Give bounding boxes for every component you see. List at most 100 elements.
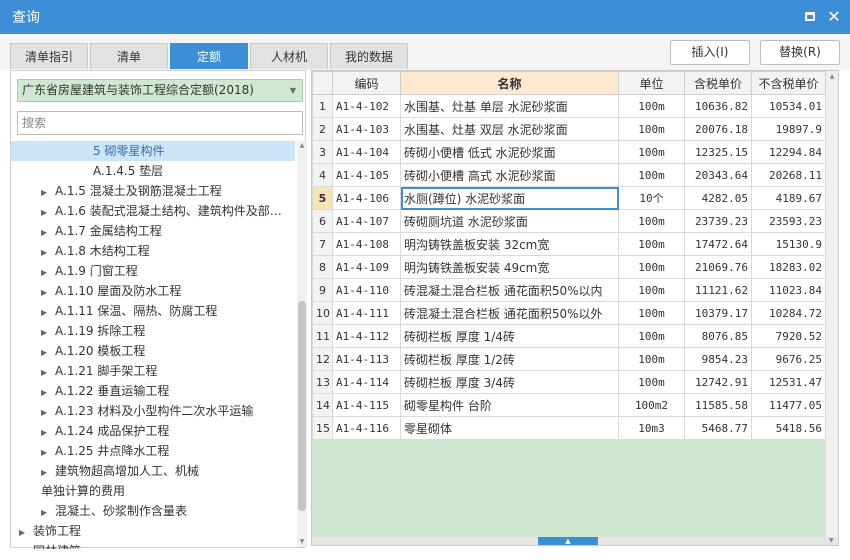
- cell-notax-price[interactable]: 10534.01: [751, 94, 826, 118]
- expand-arrow-icon[interactable]: ▶: [41, 183, 55, 203]
- expand-arrow-icon[interactable]: ▶: [41, 443, 55, 463]
- table-hscrollbar[interactable]: ▲: [312, 537, 838, 545]
- expand-arrow-icon[interactable]: ▶: [41, 203, 55, 223]
- cell-tax-price[interactable]: 5468.77: [684, 416, 752, 440]
- tree-item[interactable]: ▶园林建筑: [11, 541, 295, 549]
- search-input[interactable]: [17, 111, 303, 135]
- expand-arrow-icon[interactable]: ▶: [19, 543, 33, 549]
- tree-item[interactable]: ▶ A.1.21 脚手架工程: [11, 361, 295, 381]
- col-name[interactable]: 名称: [400, 71, 619, 95]
- tree-item[interactable]: ▶ A.1.23 材料及小型构件二次水平运输: [11, 401, 295, 421]
- row-index[interactable]: 5: [312, 186, 333, 210]
- cell-unit[interactable]: 100m: [618, 255, 685, 279]
- close-icon[interactable]: ✕: [826, 9, 842, 25]
- cell-unit[interactable]: 100m: [618, 94, 685, 118]
- row-index[interactable]: 1: [312, 94, 333, 118]
- scroll-down-icon[interactable]: ▼: [297, 537, 307, 547]
- cell-unit[interactable]: 100m: [618, 117, 685, 141]
- cell-tax-price[interactable]: 12742.91: [684, 370, 752, 394]
- cell-unit[interactable]: 100m: [618, 209, 685, 233]
- cell-name[interactable]: 砖砌栏板 厚度 3/4砖: [400, 370, 619, 394]
- cell-tax-price[interactable]: 10636.82: [684, 94, 752, 118]
- cell-unit[interactable]: 100m: [618, 370, 685, 394]
- cell-notax-price[interactable]: 11477.05: [751, 393, 826, 417]
- cell-tax-price[interactable]: 20076.18: [684, 117, 752, 141]
- cell-notax-price[interactable]: 7920.52: [751, 324, 826, 348]
- row-index[interactable]: 15: [312, 416, 333, 440]
- tree-item[interactable]: ▶ 混凝土、砂浆制作含量表: [11, 501, 295, 521]
- expand-arrow-icon[interactable]: ▶: [41, 223, 55, 243]
- row-index[interactable]: 8: [312, 255, 333, 279]
- cell-notax-price[interactable]: 10284.72: [751, 301, 826, 325]
- cell-unit[interactable]: 100m: [618, 278, 685, 302]
- table-row[interactable]: 10 A1-4-111 砖混凝土混合栏板 通花面积50%以外 100m 10379.17…: [312, 301, 826, 325]
- cell-tax-price[interactable]: 8076.85: [684, 324, 752, 348]
- scroll-down-icon[interactable]: ▼: [829, 537, 834, 544]
- expand-arrow-icon[interactable]: ▶: [41, 463, 55, 483]
- expand-arrow-icon[interactable]: ▶: [41, 283, 55, 303]
- row-index[interactable]: 6: [312, 209, 333, 233]
- cell-name[interactable]: 明沟铸铁盖板安装 32cm宽: [400, 232, 619, 256]
- row-index[interactable]: 14: [312, 393, 333, 417]
- tree-item[interactable]: ▶ A.1.6 装配式混凝土结构、建筑构件及部…: [11, 201, 295, 221]
- tree-item[interactable]: 5 砌零星构件: [11, 141, 295, 161]
- expand-arrow-icon[interactable]: ▶: [41, 323, 55, 343]
- table-vscrollbar[interactable]: ▲: [826, 71, 838, 537]
- cell-code[interactable]: A1-4-110: [332, 278, 401, 302]
- cell-code[interactable]: A1-4-112: [332, 324, 401, 348]
- expand-arrow-icon[interactable]: ▶: [41, 303, 55, 323]
- cell-unit[interactable]: 100m: [618, 324, 685, 348]
- expand-arrow-icon[interactable]: ▶: [41, 423, 55, 443]
- cell-name[interactable]: 砖砌栏板 厚度 1/4砖: [400, 324, 619, 348]
- cell-name[interactable]: 砖砌栏板 厚度 1/2砖: [400, 347, 619, 371]
- tree-item[interactable]: ▶ A.1.11 保温、隔热、防腐工程: [11, 301, 295, 321]
- cell-name[interactable]: 砖砌小便槽 低式 水泥砂浆面: [400, 140, 619, 164]
- cell-name[interactable]: 零星砌体: [400, 416, 619, 440]
- cell-code[interactable]: A1-4-116: [332, 416, 401, 440]
- cell-notax-price[interactable]: 9676.25: [751, 347, 826, 371]
- expand-arrow-icon[interactable]: ▶: [41, 243, 55, 263]
- cell-name[interactable]: 砖砌小便槽 高式 水泥砂浆面: [400, 163, 619, 187]
- tab-labor-material-machine[interactable]: 人材机: [250, 43, 328, 69]
- replace-button[interactable]: 替换(R): [760, 40, 840, 65]
- cell-name[interactable]: 砖混凝土混合栏板 通花面积50%以外: [400, 301, 619, 325]
- table-row[interactable]: 4 A1-4-105 砖砌小便槽 高式 水泥砂浆面 100m 20343.64 20268…: [312, 163, 826, 187]
- table-row[interactable]: 12 A1-4-113 砖砌栏板 厚度 1/2砖 100m 9854.23 9676.25: [312, 347, 826, 371]
- scroll-up-icon[interactable]: ▲: [297, 141, 307, 151]
- tab-my-data[interactable]: 我的数据: [330, 43, 408, 69]
- table-row[interactable]: 6 A1-4-107 砖砌厕坑道 水泥砂浆面 100m 23739.23 23593.23: [312, 209, 826, 233]
- table-row[interactable]: 8 A1-4-109 明沟铸铁盖板安装 49cm宽 100m 21069.76 18283…: [312, 255, 826, 279]
- insert-button[interactable]: 插入(I): [670, 40, 750, 65]
- cell-tax-price[interactable]: 11121.62: [684, 278, 752, 302]
- cell-name[interactable]: 水围基、灶基 双层 水泥砂浆面: [400, 117, 619, 141]
- cell-name[interactable]: 水围基、灶基 单层 水泥砂浆面: [400, 94, 619, 118]
- cell-unit[interactable]: 10个: [618, 186, 685, 210]
- cell-unit[interactable]: 100m: [618, 232, 685, 256]
- table-row[interactable]: 3 A1-4-104 砖砌小便槽 低式 水泥砂浆面 100m 12325.15 12294…: [312, 140, 826, 164]
- cell-notax-price[interactable]: 12531.47: [751, 370, 826, 394]
- table-row[interactable]: 1 A1-4-102 水围基、灶基 单层 水泥砂浆面 100m 10636.82 1053…: [312, 94, 826, 118]
- cell-code[interactable]: A1-4-115: [332, 393, 401, 417]
- cell-notax-price[interactable]: 15130.9: [751, 232, 826, 256]
- scrollbar-thumb[interactable]: [298, 301, 306, 511]
- cell-code[interactable]: A1-4-107: [332, 209, 401, 233]
- tree-scrollbar[interactable]: ▲ ▼: [297, 141, 307, 547]
- tab-bill-guide[interactable]: 清单指引: [10, 43, 88, 69]
- row-index[interactable]: 2: [312, 117, 333, 141]
- cell-tax-price[interactable]: 20343.64: [684, 163, 752, 187]
- row-index[interactable]: 9: [312, 278, 333, 302]
- row-index[interactable]: 4: [312, 163, 333, 187]
- expand-arrow-icon[interactable]: ▶: [41, 343, 55, 363]
- row-index[interactable]: 11: [312, 324, 333, 348]
- expand-arrow-icon[interactable]: ▶: [41, 263, 55, 283]
- cell-name[interactable]: 砖混凝土混合栏板 通花面积50%以内: [400, 278, 619, 302]
- cell-name[interactable]: 水厕(蹲位) 水泥砂浆面: [400, 186, 619, 210]
- expand-arrow-icon[interactable]: ▶: [41, 503, 55, 523]
- cell-unit[interactable]: 100m: [618, 347, 685, 371]
- table-row[interactable]: 7 A1-4-108 明沟铸铁盖板安装 32cm宽 100m 17472.64 15130…: [312, 232, 826, 256]
- tree-item[interactable]: ▶ 装饰工程: [11, 521, 295, 541]
- tree-item[interactable]: ▶ A.1.7 金属结构工程: [11, 221, 295, 241]
- table-row[interactable]: 11 A1-4-112 砖砌栏板 厚度 1/4砖 100m 8076.85 7920.52: [312, 324, 826, 348]
- expand-arrow-icon[interactable]: ▶: [19, 523, 33, 543]
- row-index[interactable]: 7: [312, 232, 333, 256]
